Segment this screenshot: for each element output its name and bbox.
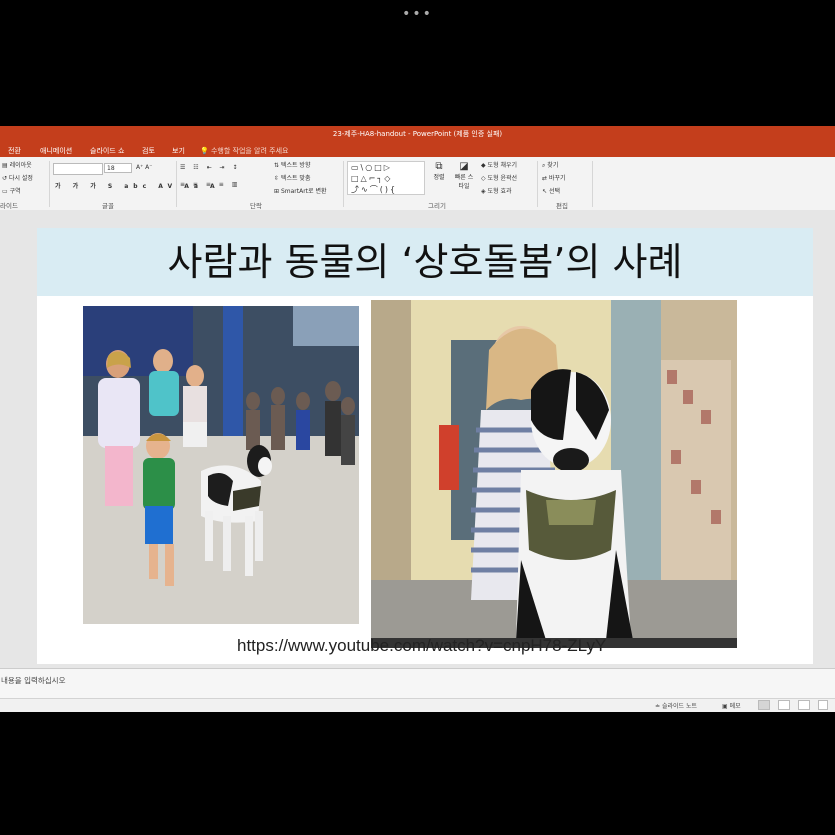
quick-styles-label: 빠른 스타일: [454, 174, 474, 190]
shape-fill-button[interactable]: ◆ 도형 채우기: [481, 160, 517, 169]
photo-kids-with-dog-image: [83, 306, 359, 624]
search-icon: ⌕: [542, 162, 546, 169]
text-direction-button[interactable]: ⇅ 텍스트 방향: [274, 160, 310, 169]
smartart-button[interactable]: ⊞ SmartArt로 변환: [274, 186, 327, 195]
shape-fill-label: 도형 채우기: [487, 162, 518, 169]
reset-label: 다시 설정: [8, 175, 33, 182]
slide-title[interactable]: 사람과 동물의 ‘상호돌봄’의 사례: [37, 228, 813, 296]
group-separator: [176, 161, 177, 207]
paragraph-group-label: 단락: [250, 202, 262, 210]
photo-girl-hugging-dog-image: [371, 300, 737, 648]
window-title: 23-제주-HA8-handout - PowerPoint (제품 인증 실패…: [0, 126, 835, 143]
notes-icon: ≐: [655, 703, 661, 710]
normal-view-icon[interactable]: [758, 700, 770, 710]
status-bar: ≐ 슬라이드 노트 ▣ 메모: [0, 698, 835, 712]
smartart-icon: ⊞: [274, 188, 280, 195]
quick-styles-button[interactable]: ◪ 빠른 스타일: [453, 161, 475, 190]
align-text-button[interactable]: ⇳ 텍스트 맞춤: [274, 173, 310, 182]
text-direction-label: 텍스트 방향: [280, 162, 311, 169]
smartart-label: SmartArt로 변환: [280, 188, 327, 195]
drawing-group-label: 그리기: [428, 202, 446, 210]
align-buttons[interactable]: ≡ ≡ ≡ ≡ ▥: [180, 181, 240, 188]
replace-icon: ⇄: [542, 175, 548, 182]
arrange-label: 정렬: [433, 174, 445, 181]
font-size-input[interactable]: 18: [104, 163, 132, 173]
shape-outline-icon: ◇: [481, 175, 486, 182]
comment-icon: ▣: [722, 703, 728, 710]
tab-slideshow[interactable]: 슬라이드 쇼: [90, 146, 124, 156]
arrange-button[interactable]: ⧉ 정렬: [430, 161, 448, 181]
section-label: 구역: [9, 188, 21, 195]
slideshow-view-icon[interactable]: [818, 700, 828, 710]
font-name-input[interactable]: [53, 163, 103, 175]
arrange-icon: ⧉: [435, 161, 443, 172]
slide-canvas[interactable]: 사람과 동물의 ‘상호돌봄’의 사례 https://www.youtube.c…: [37, 228, 813, 664]
shape-effects-label: 도형 효과: [487, 188, 512, 195]
shapes-gallery[interactable]: ▭\○□▷ □△⌐┐◇ ⤴∿⌒(){: [347, 161, 425, 195]
reading-view-icon[interactable]: [798, 700, 810, 710]
reset-icon: ↺: [2, 175, 8, 182]
reset-button[interactable]: ↺ 다시 설정: [2, 173, 33, 182]
photo-kids-with-dog[interactable]: [83, 306, 359, 624]
notes-toggle-button[interactable]: ≐ 슬라이드 노트: [655, 701, 697, 710]
text-direction-icon: ⇅: [274, 162, 280, 169]
photo-girl-hugging-dog[interactable]: [371, 300, 737, 648]
tell-me-label: 수행할 작업을 알려 주세요: [210, 147, 289, 155]
align-text-icon: ⇳: [274, 175, 280, 182]
group-separator: [537, 161, 538, 207]
notes-toggle-label: 슬라이드 노트: [661, 703, 697, 710]
select-label: 선택: [548, 188, 560, 195]
layout-button[interactable]: ▤ 레이아웃: [2, 160, 32, 169]
grow-font-icon[interactable]: A⁺ A⁻: [136, 164, 152, 171]
quick-styles-icon: ◪: [459, 161, 469, 172]
window-menu-dots-icon[interactable]: •••: [0, 6, 835, 22]
font-group-label: 글꼴: [102, 202, 114, 210]
notes-placeholder: 내용을 입력하십시오: [1, 676, 66, 685]
shape-effects-button[interactable]: ◈ 도형 효과: [481, 186, 512, 195]
shape-effects-icon: ◈: [481, 188, 486, 195]
shape-outline-button[interactable]: ◇ 도형 윤곽선: [481, 173, 517, 182]
ribbon-tabs: 전환 애니메이션 슬라이드 쇼 검토 보기 💡 수행할 작업을 알려 주세요: [0, 143, 835, 157]
tab-review[interactable]: 검토: [142, 146, 155, 156]
lightbulb-icon: 💡: [200, 147, 209, 155]
replace-label: 바꾸기: [548, 175, 566, 182]
layout-icon: ▤: [2, 162, 8, 169]
select-button[interactable]: ↖ 선택: [542, 186, 560, 195]
list-buttons[interactable]: ☰ ☷ ⇤ ⇥ ↕: [180, 164, 240, 171]
replace-button[interactable]: ⇄ 바꾸기: [542, 173, 566, 182]
ribbon: ▤ 레이아웃 ↺ 다시 설정 ▭ 구역 라이드 18 A⁺ A⁻ 가 가 가 S…: [0, 157, 835, 211]
tab-animations[interactable]: 애니메이션: [40, 146, 72, 156]
slides-group-label: 라이드: [0, 202, 18, 210]
tell-me-search[interactable]: 💡 수행할 작업을 알려 주세요: [200, 146, 288, 156]
slide-sorter-view-icon[interactable]: [778, 700, 790, 710]
comments-toggle-label: 메모: [729, 703, 741, 710]
find-label: 찾기: [547, 162, 559, 169]
tab-transitions[interactable]: 전환: [8, 146, 21, 156]
layout-label: 레이아웃: [9, 162, 32, 169]
comments-toggle-button[interactable]: ▣ 메모: [722, 701, 741, 710]
section-button[interactable]: ▭ 구역: [2, 186, 21, 195]
find-button[interactable]: ⌕ 찾기: [542, 160, 558, 170]
shape-fill-icon: ◆: [481, 162, 486, 169]
notes-pane[interactable]: 내용을 입력하십시오: [0, 668, 835, 699]
group-separator: [592, 161, 593, 207]
section-icon: ▭: [2, 188, 8, 195]
shape-outline-label: 도형 윤곽선: [487, 175, 518, 182]
align-text-label: 텍스트 맞춤: [280, 175, 311, 182]
video-link[interactable]: https://www.youtube.com/watch?v=cnpH78-Z…: [237, 636, 606, 656]
editing-group-label: 편집: [556, 202, 568, 210]
group-separator: [49, 161, 50, 207]
select-icon: ↖: [542, 188, 548, 195]
group-separator: [343, 161, 344, 207]
tab-view[interactable]: 보기: [172, 146, 185, 156]
